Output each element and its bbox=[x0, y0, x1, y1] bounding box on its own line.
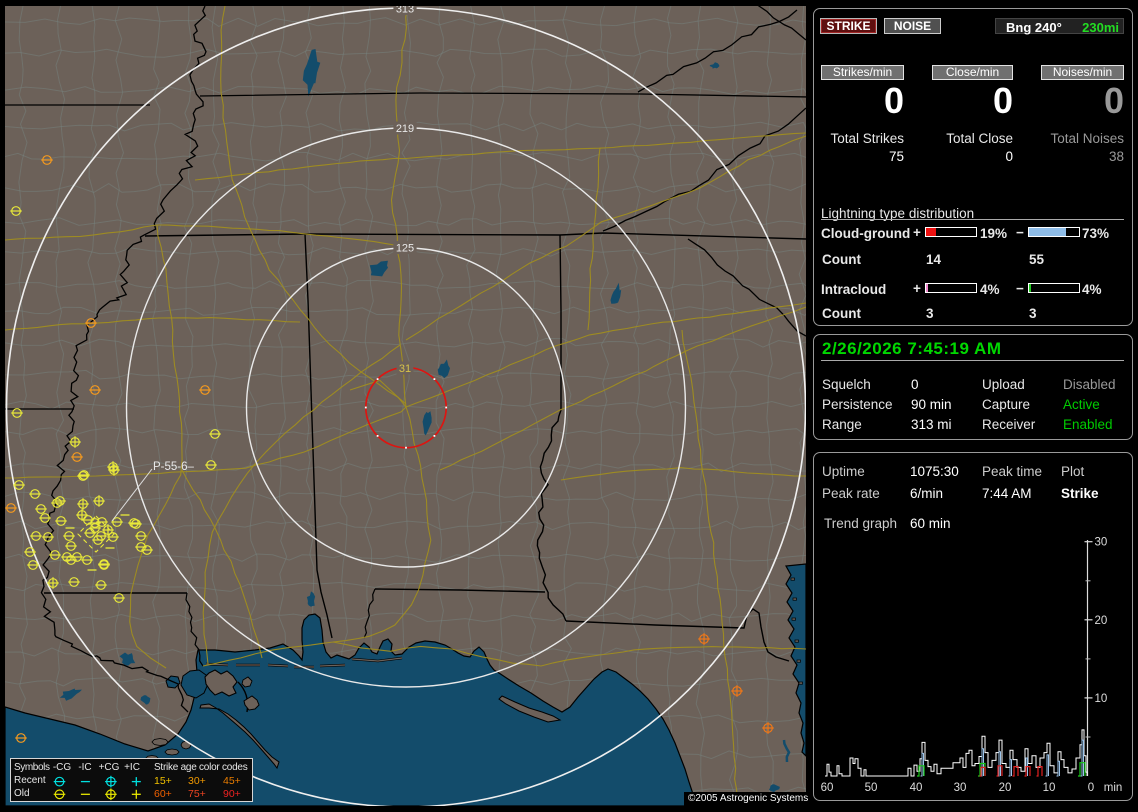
svg-text:125: 125 bbox=[396, 243, 414, 255]
svg-text:40: 40 bbox=[910, 782, 923, 794]
svg-text:30: 30 bbox=[954, 782, 967, 794]
svg-text:219: 219 bbox=[396, 123, 414, 135]
svg-text:20: 20 bbox=[999, 782, 1012, 794]
svg-text:10: 10 bbox=[1095, 693, 1108, 705]
svg-text:0: 0 bbox=[1088, 782, 1094, 794]
svg-text:30: 30 bbox=[1095, 537, 1108, 549]
svg-text:31: 31 bbox=[399, 363, 411, 375]
svg-text:50: 50 bbox=[865, 782, 878, 794]
svg-text:313: 313 bbox=[396, 6, 414, 16]
svg-text:20: 20 bbox=[1095, 615, 1108, 627]
svg-text:P-55-6–: P-55-6– bbox=[153, 461, 195, 473]
svg-text:60: 60 bbox=[821, 782, 834, 794]
svg-text:10: 10 bbox=[1043, 782, 1056, 794]
svg-text:min: min bbox=[1104, 782, 1123, 794]
